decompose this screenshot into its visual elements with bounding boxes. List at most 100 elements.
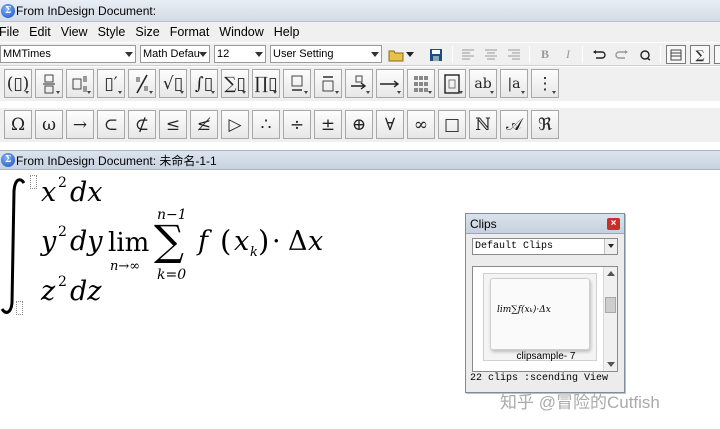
eq-line1-exp: 2 [58, 175, 67, 191]
square-icon[interactable]: □ [438, 110, 466, 139]
document-title: From InDesign Document: 未命名-1-1 [16, 153, 217, 168]
rotate-button[interactable] [635, 45, 655, 64]
integral-template-icon[interactable]: ∫▯ [190, 69, 218, 98]
menu-view[interactable]: View [61, 25, 94, 39]
clips-list[interactable]: lim∑f(xₖ)·Δx clipsample- 7 [472, 266, 618, 372]
matrix-icon[interactable] [407, 69, 435, 98]
menu-edit[interactable]: Edit [29, 25, 57, 39]
clips-scrollbar[interactable] [603, 267, 617, 371]
more-button[interactable] [714, 45, 720, 64]
italic-button[interactable]: I [558, 45, 578, 64]
align-left-button[interactable] [458, 45, 478, 64]
omega-lower-icon[interactable]: ω [35, 110, 63, 139]
fence-parentheses-icon[interactable]: (▯) [4, 69, 32, 98]
right-arrow-icon[interactable]: → [66, 110, 94, 139]
ab-label-icon[interactable]: ab [469, 69, 497, 98]
eq-line3-exp: 2 [58, 274, 67, 290]
style-select-value: Math Defau [143, 48, 200, 60]
eq-arg: x [234, 226, 250, 257]
menu-window[interactable]: Window [219, 25, 269, 39]
infinity-icon[interactable]: ∞ [407, 110, 435, 139]
redo-icon [615, 49, 628, 59]
eq-sum-lower: k=0 [157, 267, 187, 283]
circled-plus-icon[interactable]: ⊕ [345, 110, 373, 139]
radical-icon[interactable]: √▯ [159, 69, 187, 98]
menu-file[interactable]: File [0, 25, 25, 39]
toolbar-separator [660, 46, 661, 63]
menu-help[interactable]: Help [274, 25, 306, 39]
less-equal-icon[interactable]: ≤ [159, 110, 187, 139]
scroll-thumb[interactable] [605, 297, 616, 313]
naturals-icon[interactable]: ℕ [469, 110, 497, 139]
sigma-toggle-button[interactable]: ∑ [690, 45, 710, 64]
template-palette-row: (▯) ▯′ √▯ ∫▯ ∑▯ ∏▯ ab |a ⋮ [0, 67, 720, 101]
scroll-down-icon[interactable] [607, 362, 615, 367]
subscript-template-icon[interactable] [66, 69, 94, 98]
triangle-right-icon[interactable]: ▷ [221, 110, 249, 139]
long-arrow-icon[interactable] [376, 69, 404, 98]
document-logo-icon: Σ [1, 153, 15, 167]
overbar-icon[interactable] [314, 69, 342, 98]
prime-icon[interactable]: ▯′ [97, 69, 125, 98]
vertical-dots-icon[interactable]: ⋮ [531, 69, 559, 98]
therefore-icon[interactable]: ∴ [252, 110, 280, 139]
insertion-slot[interactable] [16, 301, 23, 315]
menu-format[interactable]: Format [170, 25, 216, 39]
underbar-icon[interactable] [283, 69, 311, 98]
bold-button[interactable]: B [535, 45, 555, 64]
eq-line3-dz: dz [70, 276, 102, 307]
watermark: 知乎 @冒险的Cutfish [500, 393, 660, 412]
slash-icon[interactable] [128, 69, 156, 98]
close-button[interactable]: × [607, 218, 620, 230]
eq-paren-close: ) [258, 224, 270, 258]
box-template-icon[interactable] [438, 69, 466, 98]
save-button[interactable] [426, 45, 446, 64]
open-folder-button[interactable] [386, 45, 406, 64]
clip-preview-math: lim∑f(xₖ)·Δx [497, 305, 551, 315]
rotate-icon [640, 49, 651, 61]
bracket-a-icon[interactable]: |a [500, 69, 528, 98]
align-center-button[interactable] [481, 45, 501, 64]
setting-select[interactable]: User Setting [270, 45, 382, 63]
arrow-label-icon[interactable] [345, 69, 373, 98]
not-less-equal-icon[interactable]: ≰ [190, 110, 218, 139]
scroll-up-icon[interactable] [607, 271, 615, 276]
align-left-icon [462, 49, 474, 60]
for-all-icon[interactable]: ∀ [376, 110, 404, 139]
save-disk-icon [430, 48, 442, 61]
font-select[interactable]: MMTimes [0, 45, 136, 63]
chevron-down-icon [406, 52, 414, 57]
plus-minus-icon[interactable]: ± [314, 110, 342, 139]
sigma-icon: ∑ [695, 47, 705, 62]
undo-button[interactable] [589, 45, 609, 64]
insertion-slot[interactable] [30, 175, 37, 189]
clips-collection-select[interactable]: Default Clips [472, 238, 618, 255]
font-select-value: MMTimes [3, 48, 51, 60]
style-select[interactable]: Math Defau [140, 45, 210, 63]
mathtype-logo-icon: Σ [1, 4, 15, 18]
fraktur-r-icon[interactable]: ℜ [531, 110, 559, 139]
eq-line1-x: x [41, 177, 57, 208]
align-right-button[interactable] [504, 45, 524, 64]
menu-style[interactable]: Style [98, 25, 132, 39]
divide-icon[interactable]: ÷ [283, 110, 311, 139]
script-a-icon[interactable]: 𝒜 [500, 110, 528, 139]
clips-collection-value: Default Clips [475, 241, 554, 252]
size-select[interactable]: 12 [214, 45, 266, 63]
fraction-icon[interactable] [35, 69, 63, 98]
chevron-down-icon [125, 52, 133, 57]
summation-icon[interactable]: ∑▯ [221, 69, 249, 98]
clips-title: Clips [470, 217, 497, 231]
open-dropdown-button[interactable] [405, 45, 415, 64]
redo-button[interactable] [612, 45, 632, 64]
menu-bar: File Edit View Style Size Format Window … [0, 22, 720, 42]
menu-size[interactable]: Size [135, 25, 165, 39]
subset-icon[interactable]: ⊂ [97, 110, 125, 139]
omega-capital-icon[interactable]: Ω [4, 110, 32, 139]
not-subset-icon[interactable]: ⊄ [128, 110, 156, 139]
product-icon[interactable]: ∏▯ [252, 69, 280, 98]
clip-item[interactable]: lim∑f(xₖ)·Δx clipsample- 7 [483, 273, 597, 362]
grid-view-button[interactable] [666, 45, 686, 64]
clips-status: 22 clips :scending View [470, 373, 609, 384]
eq-arg-sub: k [250, 245, 258, 260]
